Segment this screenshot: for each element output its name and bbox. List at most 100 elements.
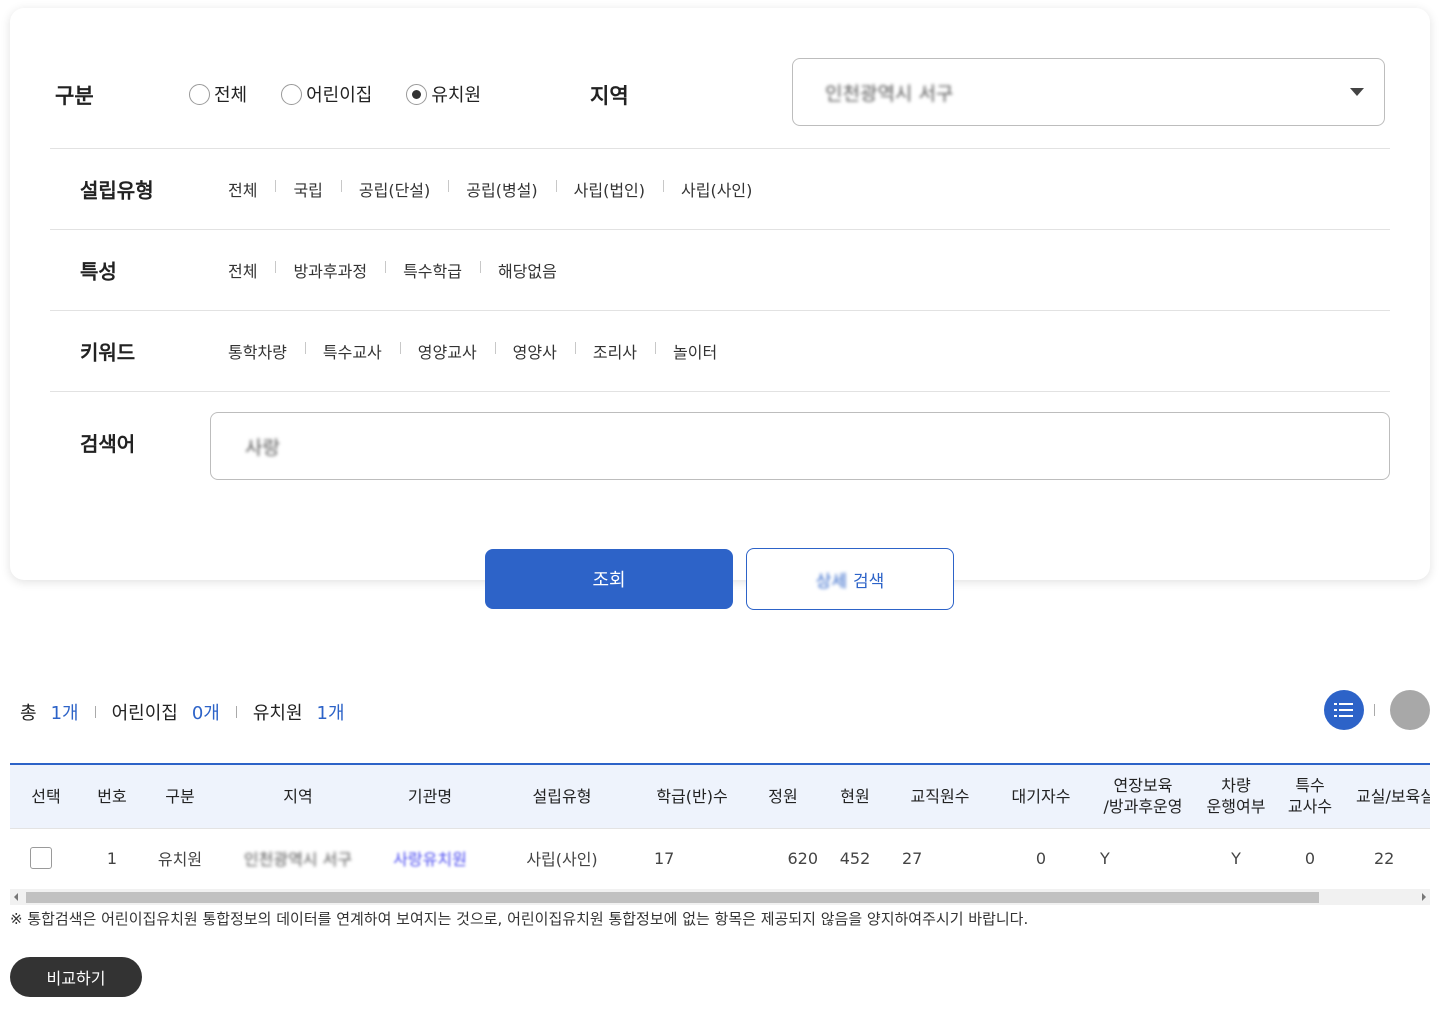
search-input-value: 사랑 [245,436,280,459]
establish-type-label: 설립유형 [80,178,154,203]
keyword-option-nutrition-teacher[interactable]: 영양교사 [399,339,495,363]
establish-type-row: 설립유형 전체 국립 공립(단설) 공립(병설) 사립(법인) 사립(사인) [50,149,1390,229]
list-view-button[interactable] [1324,690,1364,730]
keyword-row: 키워드 통학차량 특수교사 영양교사 영양사 조리사 놀이터 [50,311,1390,391]
type-radio-group: 전체 어린이집 유치원 [189,81,515,107]
row-select-cell [10,828,82,888]
scroll-thumb[interactable] [26,892,1319,903]
feature-option-afterschool[interactable]: 방과후과정 [275,258,385,282]
radio-circle[interactable] [281,83,303,105]
cell-capacity: 620 [787,848,818,868]
separator [235,706,237,718]
establish-option-public-attached[interactable]: 공립(병설) [448,177,555,201]
keyword-option-bus[interactable]: 통학차량 [228,339,305,363]
col-header-name: 기관명 [407,786,453,806]
table-row: 1 유치원 인천광역시 서구 사랑유치원 사립(사인) 17 620 452 2… [10,828,1430,888]
scroll-right-icon[interactable] [1422,893,1426,901]
radio-daycare[interactable]: 어린이집 [281,81,372,107]
total-count: 1개 [50,703,79,724]
search-button[interactable]: 조회 [485,549,733,609]
total-label: 총 [20,703,37,724]
establish-type-options: 전체 국립 공립(단설) 공립(병설) 사립(법인) 사립(사인) [228,177,770,201]
search-term-label: 검색어 [80,432,136,456]
daycare-label: 어린이집 [111,703,178,724]
radio-label: 전체 [214,85,248,106]
establish-option-public-single[interactable]: 공립(단설) [340,177,448,201]
kindergarten-label: 유치원 [252,703,303,724]
cell-number: 1 [106,848,118,868]
establish-option-national[interactable]: 국립 [275,177,340,201]
cell-staff-count: 27 [902,848,923,868]
scroll-left-icon[interactable] [14,893,18,901]
keyword-option-playground[interactable]: 놀이터 [655,339,735,363]
radio-circle-checked[interactable] [406,83,428,105]
type-label: 구분 [55,84,94,108]
keyword-label: 키워드 [80,340,136,365]
col-header-establish-type: 설립유형 [532,786,592,806]
col-header-select: 선택 [31,786,61,806]
cell-extended-care: Y [1100,848,1110,868]
detail-search-button[interactable]: 상세 검색 [746,548,954,610]
establish-option-all[interactable]: 전체 [228,177,275,201]
col-header-waitlist: 대기자수 [1011,786,1071,806]
feature-row: 특성 전체 방과후과정 특수학급 해당없음 [50,230,1390,310]
col-header-extended-care: 연장보육 /방과후운영 [1103,776,1183,817]
col-header-capacity: 정원 [768,786,798,806]
search-panel: 구분 전체 어린이집 유치원 지역 인천광역시 서구 설립유형 전체 국립 공립… [10,8,1430,580]
col-header-vehicle: 차량 운행여부 [1206,776,1266,817]
search-input[interactable]: 사랑 [210,412,1390,480]
detail-search-prefix: 상세 [815,571,847,592]
divider [50,391,1390,392]
cell-vehicle: Y [1231,848,1241,868]
cell-type: 유치원 [157,850,203,870]
feature-option-all[interactable]: 전체 [228,258,275,282]
feature-options: 전체 방과후과정 특수학급 해당없음 [228,258,575,282]
col-header-special-teachers: 특수 교사수 [1287,776,1333,817]
result-summary: 총 1개 어린이집 0개 유치원 1개 [20,699,345,725]
separator [94,706,96,718]
results-table: 선택 번호 구분 지역 기관명 설립유형 학급(반)수 정원 현원 교직원수 대… [10,763,1430,889]
feature-label: 특성 [80,259,117,284]
kindergarten-count: 1개 [316,703,345,724]
col-header-classrooms: 교실/보육실 [1356,786,1430,806]
cell-region-text: 인천광역시 서구 [243,850,353,870]
establish-option-private-individual[interactable]: 사립(사인) [663,177,770,201]
institution-name-link[interactable]: 사랑유치원 [393,850,467,869]
cell-class-count: 17 [654,848,675,868]
keyword-option-special-teacher[interactable]: 특수교사 [304,339,400,363]
daycare-count: 0개 [191,703,220,724]
cell-establish-type: 사립(사인) [526,850,598,870]
radio-circle[interactable] [189,83,210,105]
cell-waitlist: 0 [1035,848,1047,868]
cell-special-teachers: 0 [1304,848,1316,868]
col-header-class-count: 학급(반)수 [656,786,728,806]
keyword-option-cook[interactable]: 조리사 [574,339,655,363]
radio-label: 유치원 [431,85,482,106]
row-checkbox[interactable] [30,847,52,870]
compare-button[interactable]: 비교하기 [10,957,142,997]
detail-search-label: 검색 [853,571,885,592]
horizontal-scrollbar[interactable] [10,889,1430,905]
separator [1374,704,1375,716]
region-select[interactable]: 인천광역시 서구 [792,58,1385,126]
feature-option-none[interactable]: 해당없음 [479,258,575,282]
chevron-down-icon [1350,88,1364,96]
feature-option-special-class[interactable]: 특수학급 [385,258,480,282]
radio-label: 어린이집 [306,85,373,106]
notice-text: ※ 통합검색은 어린이집유치원 통합정보의 데이터를 연계하여 보여지는 것으로… [10,910,1029,928]
table-header-row: 선택 번호 구분 지역 기관명 설립유형 학급(반)수 정원 현원 교직원수 대… [10,765,1430,828]
col-header-region: 지역 [283,786,313,806]
region-value: 인천광역시 서구 [825,82,954,105]
col-header-staff-count: 교직원수 [910,786,970,806]
radio-kindergarten[interactable]: 유치원 [406,81,481,107]
map-view-button[interactable] [1390,690,1430,730]
establish-option-private-corp[interactable]: 사립(법인) [555,177,663,201]
region-label: 지역 [590,84,629,108]
cell-region: 인천광역시 서구 [218,828,378,888]
col-header-type: 구분 [165,786,195,806]
keyword-options: 통학차량 특수교사 영양교사 영양사 조리사 놀이터 [228,339,735,363]
cell-name: 사랑유치원 [378,828,482,888]
keyword-option-nutritionist[interactable]: 영양사 [494,339,575,363]
cell-classrooms: 22 [1374,848,1395,868]
radio-all[interactable]: 전체 [189,81,247,107]
